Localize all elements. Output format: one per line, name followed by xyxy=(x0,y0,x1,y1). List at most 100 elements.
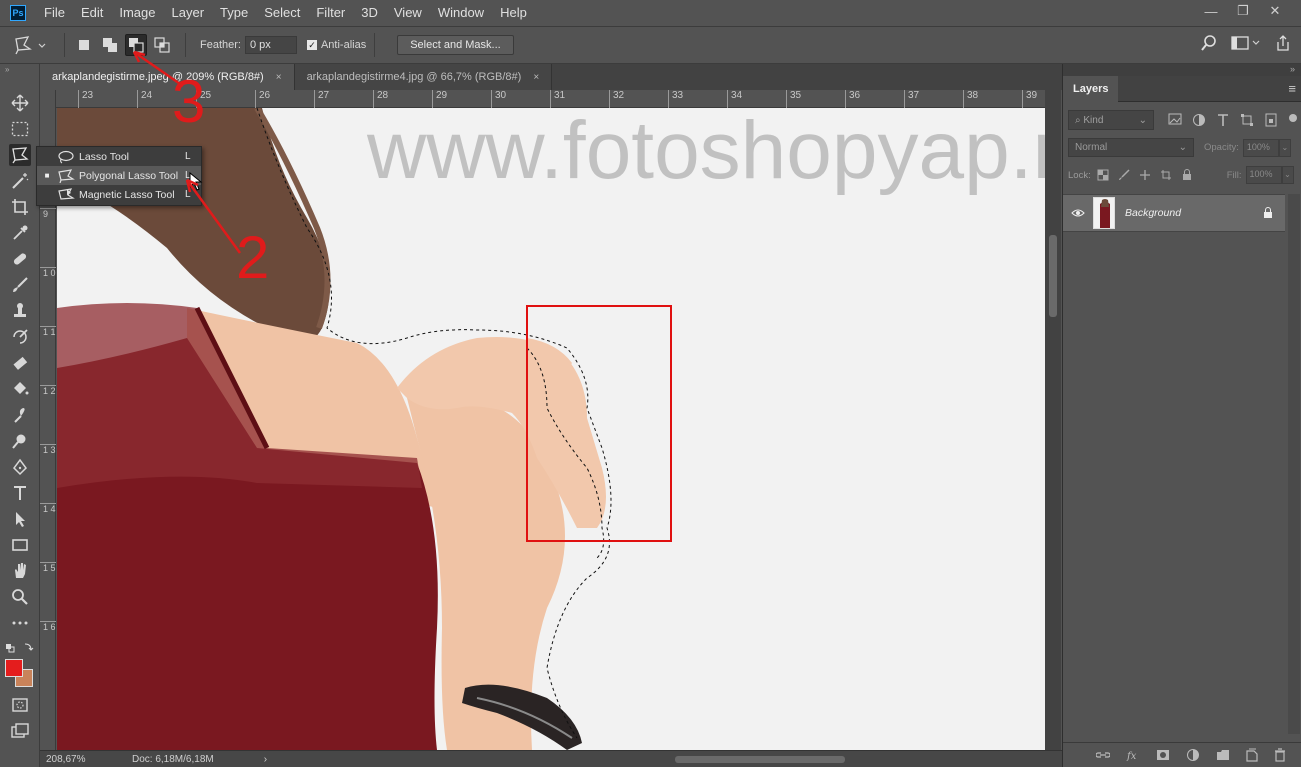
lock-position-move-icon[interactable] xyxy=(1139,169,1151,181)
pixel-filter-icon[interactable] xyxy=(1168,113,1182,125)
path-selection-tool[interactable] xyxy=(9,508,31,530)
history-brush-tool[interactable] xyxy=(9,326,31,348)
tool-preset-picker[interactable] xyxy=(12,30,56,60)
shape-filter-icon[interactable] xyxy=(1240,113,1254,127)
subtract-from-selection-button[interactable] xyxy=(125,34,147,56)
collapse-panels-icon[interactable]: » xyxy=(1290,64,1295,74)
type-filter-icon[interactable] xyxy=(1216,113,1230,127)
search-icon[interactable] xyxy=(1201,35,1217,51)
zoom-level[interactable]: 208,67% xyxy=(46,754,126,765)
layer-row-background[interactable]: Background xyxy=(1063,194,1285,232)
quick-select-tool[interactable] xyxy=(9,170,31,192)
document-tab[interactable]: arkaplandegistirme4.jpg @ 66,7% (RGB/8#)… xyxy=(294,64,553,90)
vertical-scrollbar[interactable] xyxy=(1045,90,1061,750)
menu-type[interactable]: Type xyxy=(212,0,256,26)
menu-filter[interactable]: Filter xyxy=(308,0,353,26)
menu-select[interactable]: Select xyxy=(256,0,308,26)
kind-filter-select[interactable]: ⌕ Kind ⌄ xyxy=(1068,110,1154,130)
menu-image[interactable]: Image xyxy=(111,0,163,26)
share-icon[interactable] xyxy=(1275,35,1291,51)
opacity-input[interactable]: 100% xyxy=(1242,138,1279,157)
fill-chevron-icon[interactable]: ⌄ xyxy=(1281,166,1294,184)
menu-edit[interactable]: Edit xyxy=(73,0,111,26)
link-layers-icon[interactable] xyxy=(1096,750,1110,760)
adjustment-layer-icon[interactable] xyxy=(1186,748,1200,762)
marquee-tool[interactable] xyxy=(9,118,31,140)
blend-mode-select[interactable]: Normal ⌄ xyxy=(1068,138,1194,157)
hand-tool[interactable] xyxy=(9,560,31,582)
status-menu-arrow[interactable]: › xyxy=(264,754,267,765)
collapse-arrows-icon[interactable]: » xyxy=(0,64,39,76)
new-layer-icon[interactable] xyxy=(1246,748,1258,762)
lasso-tool-group[interactable] xyxy=(9,144,31,166)
menu-window[interactable]: Window xyxy=(430,0,492,26)
pen-tool[interactable] xyxy=(9,456,31,478)
layer-name[interactable]: Background xyxy=(1125,207,1263,219)
add-mask-icon[interactable] xyxy=(1156,749,1170,761)
more-tools[interactable] xyxy=(9,612,31,634)
lock-transparency-icon[interactable] xyxy=(1097,169,1109,181)
adjustment-filter-icon[interactable] xyxy=(1192,113,1206,127)
type-tool[interactable] xyxy=(9,482,31,504)
feather-input[interactable] xyxy=(244,36,297,54)
flyout-item-polygonal-lasso[interactable]: ■ Polygonal Lasso Tool L xyxy=(37,166,201,185)
eraser-tool[interactable] xyxy=(9,352,31,374)
new-selection-button[interactable] xyxy=(73,34,95,56)
flyout-item-lasso[interactable]: Lasso Tool L xyxy=(37,147,201,166)
blur-tool[interactable] xyxy=(9,404,31,426)
dodge-tool[interactable] xyxy=(9,430,31,452)
quick-mask-toggle[interactable] xyxy=(9,694,31,716)
select-and-mask-button[interactable]: Select and Mask... xyxy=(397,35,514,55)
move-tool[interactable] xyxy=(9,92,31,114)
smudge-icon xyxy=(14,408,25,423)
crop-tool[interactable] xyxy=(9,196,31,218)
flyout-item-magnetic-lasso[interactable]: Magnetic Lasso Tool L xyxy=(37,185,201,204)
lock-pixels-brush-icon[interactable] xyxy=(1118,169,1130,181)
restore-button[interactable]: ❐ xyxy=(1227,0,1259,22)
minimize-button[interactable]: — xyxy=(1195,0,1227,22)
menu-help[interactable]: Help xyxy=(492,0,535,26)
foreground-color-swatch[interactable] xyxy=(5,659,23,677)
workspace-switcher-icon[interactable] xyxy=(1231,35,1261,51)
menu-3d[interactable]: 3D xyxy=(353,0,386,26)
antialias-checkbox[interactable]: ✓ Anti-alias xyxy=(306,39,366,51)
paint-bucket-tool[interactable] xyxy=(9,378,31,400)
horizontal-scrollbar-thumb[interactable] xyxy=(675,756,845,763)
tab-close-icon[interactable]: × xyxy=(276,72,282,83)
layers-scrollbar[interactable] xyxy=(1288,194,1300,734)
close-button[interactable]: ✕ xyxy=(1259,0,1291,22)
ruler-label: 37 xyxy=(904,90,919,108)
intersect-selection-button[interactable] xyxy=(151,34,173,56)
lock-all-icon[interactable] xyxy=(1181,169,1193,181)
smart-object-filter-icon[interactable] xyxy=(1264,113,1278,127)
magic-wand-icon xyxy=(12,173,29,189)
clone-stamp-tool[interactable] xyxy=(9,300,31,322)
opacity-chevron-icon[interactable]: ⌄ xyxy=(1278,138,1291,157)
menu-layer[interactable]: Layer xyxy=(164,0,213,26)
swap-colors-icon[interactable] xyxy=(5,642,35,654)
screen-mode-toggle[interactable] xyxy=(9,720,31,742)
menu-file[interactable]: File xyxy=(36,0,73,26)
scrollbar-thumb[interactable] xyxy=(1049,235,1057,317)
fill-input[interactable]: 100% xyxy=(1245,166,1282,184)
ruler-label: 23 xyxy=(78,90,93,108)
eyedropper-tool[interactable] xyxy=(9,222,31,244)
panel-menu-icon[interactable]: ≡ xyxy=(1288,81,1296,96)
document-tab-active[interactable]: arkaplandegistirme.jpeg @ 209% (RGB/8#) … xyxy=(40,64,295,90)
tab-close-icon[interactable]: × xyxy=(533,72,539,83)
add-to-selection-button[interactable] xyxy=(99,34,121,56)
layer-style-fx-icon[interactable]: fx xyxy=(1126,749,1140,761)
lock-artboard-icon[interactable] xyxy=(1160,169,1172,181)
healing-brush-tool[interactable] xyxy=(9,248,31,270)
layers-tab[interactable]: Layers xyxy=(1063,76,1119,102)
ruler-label: 29 xyxy=(432,90,447,108)
layer-visibility-toggle[interactable] xyxy=(1063,208,1093,218)
menu-view[interactable]: View xyxy=(386,0,430,26)
brush-tool[interactable] xyxy=(9,274,31,296)
filter-toggle-icon[interactable] xyxy=(1288,113,1298,123)
delete-layer-trash-icon[interactable] xyxy=(1274,748,1286,762)
new-group-folder-icon[interactable] xyxy=(1216,749,1230,761)
zoom-tool[interactable] xyxy=(9,586,31,608)
ellipsis-icon xyxy=(12,621,28,625)
rectangle-tool[interactable] xyxy=(9,534,31,556)
